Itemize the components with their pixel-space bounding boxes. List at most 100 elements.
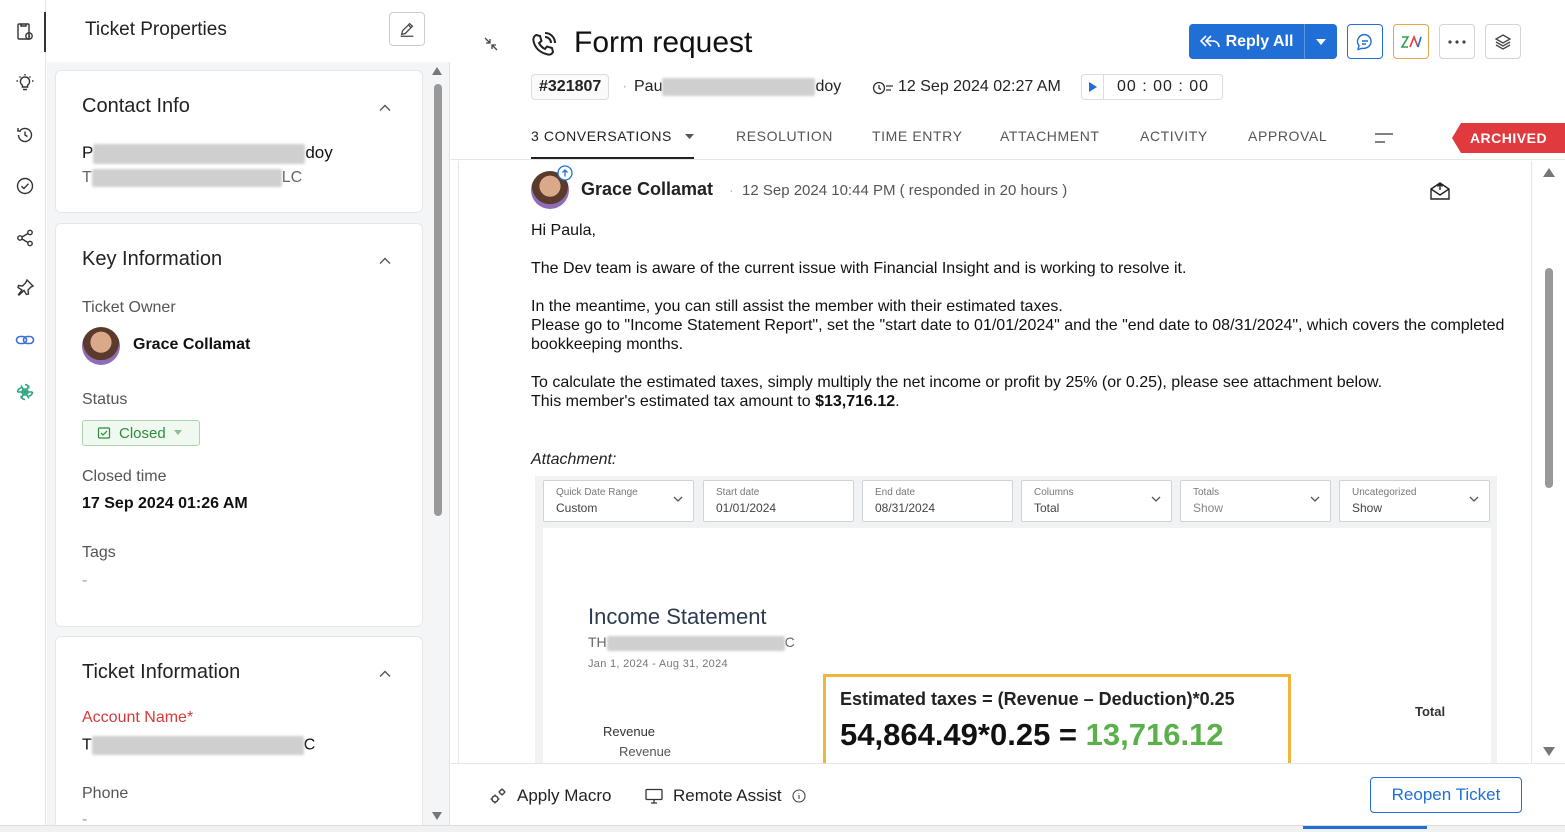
total-column-label: Total (1415, 704, 1446, 719)
ticket-properties-panel: Ticket Properties Contact Info Pdoy T LC … (47, 0, 450, 832)
statement-title: Income Statement (588, 604, 767, 629)
timer-value: 00 : 00 : 00 (1116, 78, 1210, 95)
scrollbar-thumb[interactable] (434, 84, 442, 516)
account-name-label-text: Account Name (82, 709, 187, 726)
scrollbar-thumb[interactable] (1545, 268, 1553, 488)
history-icon[interactable] (14, 124, 36, 146)
ticket-created-time: 12 Sep 2024 02:27 AM (898, 78, 1061, 95)
filter-value: Show (1352, 501, 1383, 515)
apply-macro-button[interactable]: Apply Macro (489, 786, 611, 806)
separator-dot: · (729, 182, 734, 199)
thread-scrollbar[interactable] (1541, 162, 1557, 762)
edit-properties-button[interactable] (389, 12, 425, 46)
filter-value: Show (1193, 501, 1224, 515)
pencil-icon (400, 22, 414, 37)
timer-play-button[interactable] (1082, 75, 1104, 99)
tab-conversations-label: 3 CONVERSATIONS (531, 128, 672, 144)
scroll-up-arrow-icon[interactable] (1543, 168, 1555, 177)
layers-button[interactable] (1485, 24, 1521, 59)
collapse-chevron-icon[interactable] (378, 667, 392, 681)
more-options-button[interactable] (1439, 24, 1475, 59)
tab-time-entry[interactable]: TIME ENTRY (872, 128, 963, 144)
sender-name[interactable]: Grace Collamat (581, 179, 713, 200)
contact-name-end: doy (305, 143, 333, 162)
account-name-value[interactable]: TC (82, 736, 315, 755)
message-text: . (895, 393, 900, 410)
reopen-ticket-button[interactable]: Reopen Ticket (1370, 777, 1522, 813)
active-task-indicator (1303, 826, 1427, 829)
statement-company: TH C (588, 634, 795, 651)
comment-button[interactable] (1347, 24, 1383, 59)
redacted-block (606, 635, 785, 651)
filter-uncategorized: Uncategorized Show (1339, 480, 1490, 522)
pin-icon[interactable] (14, 277, 36, 299)
reply-all-button[interactable]: Reply All (1189, 24, 1337, 59)
chevron-down-icon (173, 430, 182, 435)
message-paragraph: This member's estimated tax amount to $1… (531, 392, 1511, 411)
chevron-down-icon (1469, 496, 1479, 502)
tasks-check-icon[interactable] (14, 175, 36, 197)
status-dropdown[interactable]: Closed (82, 420, 200, 446)
zia-button[interactable] (1393, 24, 1429, 59)
collapse-chevron-icon[interactable] (378, 101, 392, 115)
tab-attachment[interactable]: ATTACHMENT (1000, 128, 1100, 144)
tab-approval[interactable]: APPROVAL (1248, 128, 1327, 144)
filter-columns: Columns Total (1021, 480, 1172, 522)
filter-end-date: End date 08/31/2024 (862, 480, 1013, 522)
redacted-block (91, 736, 304, 755)
contact-name[interactable]: Pdoy (82, 143, 333, 164)
filter-value: Custom (556, 501, 598, 515)
ticket-footer: Apply Macro Remote Assist Reopen Ticket (451, 763, 1565, 825)
scroll-up-arrow-icon[interactable] (432, 67, 442, 75)
share-icon[interactable] (14, 227, 36, 249)
collapse-chevron-icon[interactable] (378, 254, 392, 268)
contact-info-heading: Contact Info (82, 95, 190, 117)
ai-assistant-icon[interactable] (14, 381, 36, 403)
attachment-image[interactable]: Quick Date Range Custom Start date 01/01… (535, 476, 1497, 763)
attachment-label: Attachment: (531, 451, 617, 468)
remote-assist-button[interactable]: Remote Assist (645, 786, 806, 806)
income-statement-preview: Income Statement TH C Jan 1, 2024 - Aug 3… (543, 528, 1491, 763)
properties-scrollbar[interactable] (431, 67, 443, 830)
tax-amount: $13,716.12 (815, 393, 896, 410)
collapse-arrows-icon[interactable] (483, 36, 499, 52)
account-name-end: C (303, 736, 316, 754)
message-text: This member's estimated tax amount to (531, 393, 816, 410)
message-paragraph: In the meantime, you can still assist th… (531, 298, 1063, 315)
time-tracker[interactable]: 00 : 00 : 00 (1081, 74, 1223, 100)
suggestions-bulb-icon[interactable] (14, 72, 36, 94)
ticket-information-heading: Ticket Information (82, 661, 241, 683)
integration-link-icon[interactable] (14, 329, 36, 351)
revenue-subheading: Revenue (619, 744, 672, 759)
scroll-down-arrow-icon[interactable] (1543, 747, 1555, 756)
email-open-icon[interactable] (1429, 181, 1451, 201)
ticket-owner-label: Ticket Owner (82, 299, 176, 316)
conversation-thread: Grace Collamat · 12 Sep 2024 10:44 PM ( … (458, 161, 1532, 763)
reply-all-icon (1199, 34, 1220, 47)
key-information-heading: Key Information (82, 248, 223, 270)
ticket-contact[interactable]: Pau doy (634, 78, 841, 96)
tab-conversations[interactable]: 3 CONVERSATIONS (531, 128, 694, 144)
monitor-icon (645, 788, 663, 804)
message-paragraph: Please go to "Income Statement Report", … (531, 317, 1505, 353)
ticket-owner-name[interactable]: Grace Collamat (133, 336, 250, 354)
info-icon[interactable] (792, 789, 806, 803)
key-information-card: Key Information Ticket Owner Grace Colla… (55, 223, 423, 627)
ticket-number[interactable]: #321807 (531, 74, 610, 100)
ticket-properties-icon[interactable] (14, 21, 36, 43)
contact-info-card: Contact Info Pdoy T LC (55, 70, 423, 213)
closed-status-icon (97, 427, 111, 439)
reply-all-main[interactable]: Reply All (1189, 24, 1305, 59)
account-name-label: Account Name* (82, 709, 193, 727)
tags-value: - (82, 572, 88, 589)
tab-resolution[interactable]: RESOLUTION (736, 128, 833, 144)
zia-icon (1400, 34, 1422, 48)
chevron-down-icon (684, 134, 694, 140)
scroll-down-arrow-icon[interactable] (432, 812, 442, 820)
filter-start-date: Start date 01/01/2024 (703, 480, 854, 522)
statement-company-end: C (784, 634, 795, 650)
tab-activity[interactable]: ACTIVITY (1140, 128, 1208, 144)
formula-line: Estimated taxes = (Revenue – Deduction)*… (840, 689, 1235, 709)
reply-options-dropdown[interactable] (1305, 38, 1337, 45)
tab-menu-icon[interactable] (1375, 132, 1393, 144)
